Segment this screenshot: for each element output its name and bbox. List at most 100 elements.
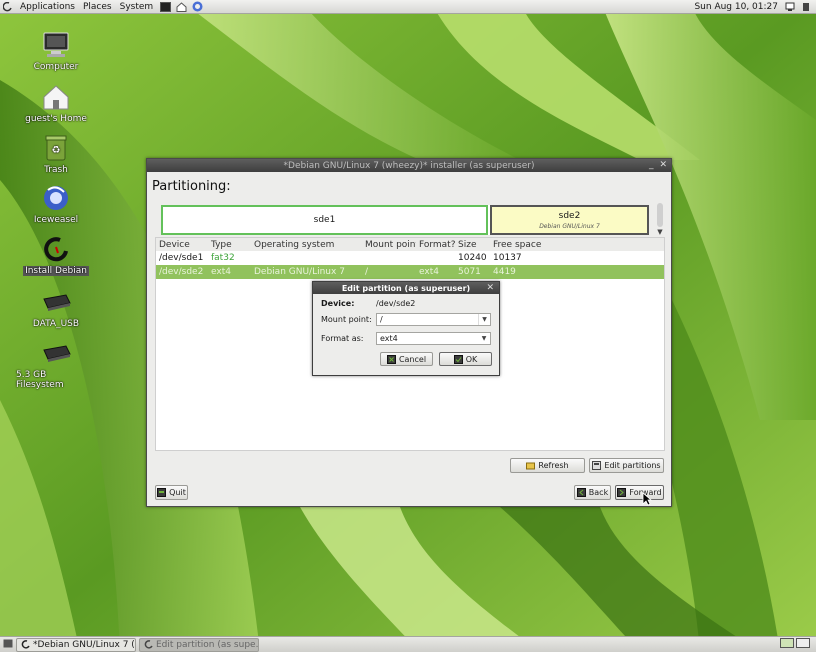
table-row-selected[interactable]: /dev/sde2 ext4 Debian GNU/Linux 7 / ext4… (156, 265, 664, 279)
workspace-2-icon[interactable] (796, 638, 812, 651)
iceweasel-launcher-icon[interactable] (191, 1, 203, 13)
device-value: /dev/sde2 (376, 299, 416, 308)
home-icon (41, 82, 71, 112)
refresh-label: Refresh (538, 461, 569, 470)
forward-arrow-icon (617, 488, 627, 497)
desktop-icon-computer[interactable]: Computer (16, 30, 96, 72)
network-icon[interactable] (784, 1, 796, 13)
cancel-button[interactable]: Cancel (380, 352, 433, 366)
column-header-mount-point[interactable]: Mount point (362, 240, 416, 250)
clock[interactable]: Sun Aug 10, 01:27 (690, 2, 782, 12)
menu-applications[interactable]: Applications (16, 2, 79, 12)
quit-label: Quit (169, 488, 186, 497)
desktop-icon-install-debian[interactable]: Install Debian (16, 234, 96, 276)
desktop-icon-label: Install Debian (23, 266, 89, 276)
partition-name: sde2 (558, 210, 581, 221)
refresh-button[interactable]: Refresh (510, 458, 585, 473)
column-header-format[interactable]: Format? (416, 240, 455, 250)
back-label: Back (588, 488, 609, 497)
trash-icon: ♻ (41, 133, 71, 163)
desktop-icon-label: 5.3 GB Filesystem (16, 370, 64, 390)
svg-text:♻: ♻ (52, 145, 61, 156)
partition-os-label: Debian GNU/Linux 7 (539, 222, 600, 230)
column-header-device[interactable]: Device (156, 240, 208, 250)
dialog-titlebar[interactable]: Edit partition (as superuser) ✕ (313, 282, 499, 294)
edit-partitions-label: Edit partitions (604, 461, 661, 470)
quit-button[interactable]: Quit (155, 485, 188, 500)
desktop-icon-home[interactable]: guest's Home (16, 82, 96, 124)
ok-icon (453, 354, 463, 364)
mount-point-label: Mount point: (321, 315, 372, 324)
scrollbar-thumb[interactable] (657, 203, 663, 227)
table-header: Device Type Operating system Mount point… (156, 238, 664, 251)
workspace-switcher-icon[interactable] (780, 638, 796, 651)
power-icon[interactable] (800, 1, 812, 13)
cell-free-space: 10137 (493, 253, 522, 263)
column-header-os[interactable]: Operating system (251, 240, 362, 250)
partition-box-sde1[interactable]: sde1 (161, 205, 488, 235)
column-header-free-space[interactable]: Free space (490, 240, 560, 250)
format-label: Format as: (321, 334, 364, 343)
partition-box-sde2[interactable]: sde2 Debian GNU/Linux 7 (490, 205, 649, 235)
dialog-title: Edit partition (as superuser) (341, 283, 471, 293)
scroll-down-icon[interactable]: ▼ (655, 228, 665, 236)
menu-places[interactable]: Places (79, 2, 116, 12)
installer-icon (41, 234, 71, 264)
close-icon[interactable]: ✕ (486, 282, 494, 294)
cell-size: 10240 (458, 253, 487, 263)
table-row[interactable]: /dev/sde1 fat32 10240 10137 (156, 251, 664, 265)
partition-bar: sde1 sde2 Debian GNU/Linux 7 (161, 205, 649, 235)
taskbar-label: *Debian GNU/Linux 7 (... (33, 639, 136, 650)
installer-icon (144, 640, 153, 649)
back-button[interactable]: Back (574, 485, 611, 500)
device-row: Device: /dev/sde2 (321, 299, 415, 308)
ok-button[interactable]: OK (439, 352, 492, 366)
chevron-down-icon[interactable]: ▼ (478, 314, 490, 325)
format-select[interactable]: ext4 ▼ (376, 332, 491, 345)
home-launcher-icon[interactable] (175, 1, 187, 13)
minimize-icon[interactable]: _ (649, 159, 654, 172)
edit-partitions-icon (592, 461, 602, 470)
column-header-type[interactable]: Type (208, 240, 251, 250)
menu-system[interactable]: System (116, 2, 158, 12)
cell-mount-point: / (365, 267, 369, 277)
debian-swirl-icon[interactable] (2, 1, 14, 13)
taskbar-button-installer[interactable]: *Debian GNU/Linux 7 (... (16, 637, 136, 652)
partition-bar-scrollbar[interactable]: ▼ (655, 203, 665, 237)
format-row: Format as: ext4 ▼ (321, 332, 491, 345)
taskbar-button-edit-partition[interactable]: Edit partition (as supe... (139, 637, 259, 652)
show-desktop-icon[interactable] (3, 639, 13, 651)
desktop-icon-label: Trash (44, 165, 68, 175)
cell-type: ext4 (211, 267, 231, 277)
format-value: ext4 (380, 334, 398, 343)
cell-os: Debian GNU/Linux 7 (254, 267, 345, 277)
cell-device: /dev/sde2 (159, 267, 204, 277)
taskbar-label: Edit partition (as supe... (156, 639, 259, 650)
desktop-icon-label: guest's Home (25, 114, 87, 124)
mount-point-row: Mount point: / ▼ (321, 313, 491, 326)
chevron-down-icon[interactable]: ▼ (478, 333, 490, 344)
cancel-label: Cancel (398, 354, 427, 364)
ok-label: OK (465, 354, 478, 364)
desktop-icon-filesystem[interactable]: 5.3 GB Filesystem (16, 338, 96, 390)
top-panel: Applications Places System Sun Aug 10, 0… (0, 0, 816, 14)
mount-point-combobox[interactable]: / ▼ (376, 313, 491, 326)
edit-partitions-button[interactable]: Edit partitions (589, 458, 664, 473)
iceweasel-icon (41, 183, 71, 213)
refresh-icon (526, 461, 536, 470)
quit-icon (157, 488, 167, 497)
terminal-launcher-icon[interactable] (159, 1, 171, 13)
desktop-icon-data-usb[interactable]: DATA_USB (16, 287, 96, 329)
edit-partition-dialog: Edit partition (as superuser) ✕ Device: … (312, 281, 500, 376)
installer-titlebar[interactable]: *Debian GNU/Linux 7 (wheezy)* installer … (147, 159, 671, 172)
desktop-icon-label: Computer (33, 62, 79, 72)
forward-button[interactable]: Forward (615, 485, 664, 500)
close-icon[interactable]: ✕ (659, 159, 667, 172)
drive-icon (41, 287, 71, 317)
column-header-size[interactable]: Size (455, 240, 490, 250)
desktop-icon-trash[interactable]: ♻ Trash (16, 133, 96, 175)
cell-device: /dev/sde1 (159, 253, 204, 263)
cell-free-space: 4419 (493, 267, 516, 277)
desktop-icon-iceweasel[interactable]: Iceweasel (16, 183, 96, 225)
bottom-panel: *Debian GNU/Linux 7 (... Edit partition … (0, 636, 816, 652)
